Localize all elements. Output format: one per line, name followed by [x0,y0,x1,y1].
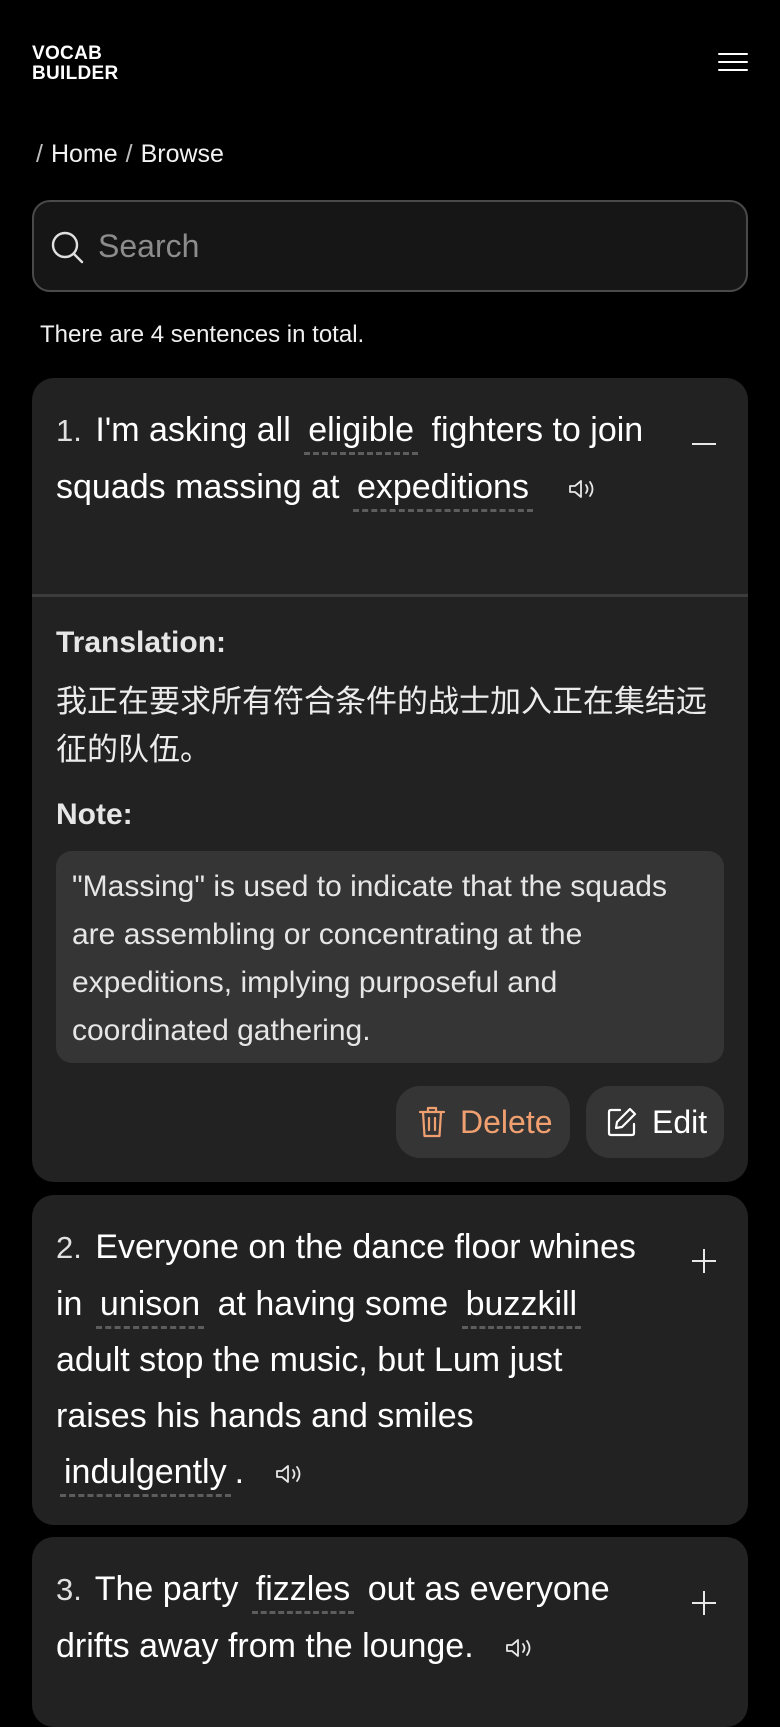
note-text: "Massing" is used to indicate that the s… [56,851,724,1063]
vocab-word[interactable]: expeditions [352,465,533,512]
speaker-icon[interactable] [505,1637,535,1659]
sentence-number: 1. [56,413,82,448]
sentence-text[interactable]: 3. The party fizzles out as everyone dri… [56,1561,656,1674]
translation-label: Translation: [56,626,227,659]
search-icon [51,231,84,264]
breadcrumb-home[interactable]: Home [51,136,118,172]
sentence-card: 2. Everyone on the dance floor whines in… [32,1195,748,1525]
search-input[interactable] [96,216,716,276]
vocab-word[interactable]: eligible [304,408,419,455]
speaker-icon[interactable] [568,478,598,500]
delete-label: Delete [460,1103,553,1140]
app-header: VOCAB BUILDER [32,44,748,88]
edit-label: Edit [652,1103,708,1140]
card-divider [32,594,748,597]
sentence-fragment: at having some [217,1285,449,1323]
breadcrumb-separator: / [125,140,133,168]
breadcrumb-browse[interactable]: Browse [141,136,224,172]
sentence-fragment: The party [94,1570,239,1608]
expand-plus-icon[interactable] [690,1589,718,1617]
vocab-word[interactable]: fizzles [251,1567,355,1614]
app-logo[interactable]: VOCAB BUILDER [32,44,119,84]
sentence-fragment: I'm asking all [95,411,291,449]
sentence-text[interactable]: 1. I'm asking all eligible fighters to j… [56,402,656,515]
collapse-minus-icon[interactable] [690,430,718,458]
sentence-fragment: . [234,1453,245,1491]
edit-button[interactable]: Edit [586,1086,724,1158]
edit-icon [607,1107,637,1137]
sentence-number: 3. [56,1572,82,1607]
delete-button[interactable]: Delete [396,1086,570,1158]
expand-plus-icon[interactable] [690,1247,718,1275]
logo-line-2: BUILDER [32,63,119,84]
vocab-word[interactable]: unison [95,1282,205,1329]
search-bar [32,200,748,292]
sentence-text[interactable]: 2. Everyone on the dance floor whines in… [56,1219,656,1500]
logo-line-1: VOCAB [32,43,103,64]
sentence-number: 2. [56,1230,82,1265]
breadcrumb-separator: / [36,140,43,168]
sentence-card: 3. The party fizzles out as everyone dri… [32,1537,748,1727]
note-label: Note: [56,798,133,831]
vocab-word[interactable]: buzzkill [461,1282,582,1329]
sentence-count-text: There are 4 sentences in total. [40,321,365,348]
trash-icon [418,1106,446,1138]
vocab-word[interactable]: indulgently [60,1450,231,1497]
speaker-icon[interactable] [275,1463,305,1485]
translation-text: 我正在要求所有符合条件的战士加入正在集结远征的队伍。 [56,684,707,768]
sentence-card: 1. I'm asking all eligible fighters to j… [32,378,748,1182]
breadcrumb: / Home / Browse [36,136,224,172]
sentence-fragment: adult stop the music, but Lum just raise… [56,1341,563,1435]
hamburger-icon[interactable] [718,50,748,74]
